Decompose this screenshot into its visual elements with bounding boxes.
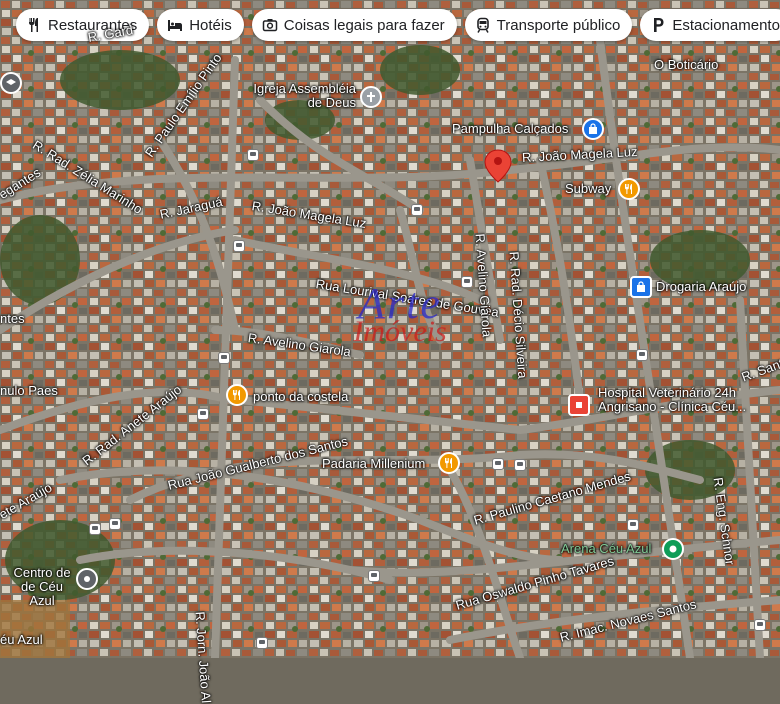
fork-knife-icon <box>233 390 240 400</box>
bus-stop-icon[interactable] <box>256 637 268 649</box>
place-arena-label[interactable]: Arena Céu Azul <box>561 542 651 556</box>
street-label: ntes <box>0 311 25 326</box>
parking-icon <box>654 18 664 32</box>
street-label: nulo Paes <box>0 383 58 398</box>
bus-stop-icon[interactable] <box>627 519 639 531</box>
camera-icon <box>262 19 277 32</box>
filter-chip-label: Coisas legais para fazer <box>283 16 445 34</box>
place-drogaria-label[interactable]: Drogaria Araújo <box>656 280 746 294</box>
cross-pin-icon[interactable] <box>360 86 382 108</box>
filter-chip-hoteis[interactable]: Hotéis <box>157 9 244 41</box>
street-label: éu Azul <box>0 632 43 647</box>
train-icon <box>476 17 489 33</box>
shopping-bag-icon <box>637 281 645 292</box>
school-pin-icon[interactable] <box>0 72 22 94</box>
bus-stop-icon[interactable] <box>492 458 504 470</box>
filter-chip-coisas-legais[interactable]: Coisas legais para fazer <box>251 9 457 41</box>
medical-pin-icon[interactable] <box>568 394 590 416</box>
place-pampulha-label[interactable]: Pampulha Calçados <box>452 122 568 136</box>
shopping-pin-icon[interactable] <box>630 276 652 298</box>
fork-knife-icon <box>29 18 38 32</box>
fork-knife-icon <box>625 184 632 194</box>
bus-stop-icon[interactable] <box>197 408 209 420</box>
filter-chip-label: Transporte público <box>496 16 621 34</box>
fork-knife-icon <box>445 458 452 468</box>
cross-icon <box>367 92 375 102</box>
bus-stop-icon[interactable] <box>218 352 230 364</box>
place-subway-label[interactable]: Subway <box>565 182 611 196</box>
shopping-bag-icon <box>589 123 597 134</box>
place-padaria-label[interactable]: Padaria Millenium <box>322 457 425 471</box>
place-boticario-label[interactable]: O Boticário <box>654 58 718 72</box>
bus-stop-icon[interactable] <box>636 349 648 361</box>
watermark: Arte Imóveis <box>300 282 500 348</box>
bus-stop-icon[interactable] <box>368 570 380 582</box>
bus-stop-icon[interactable] <box>514 459 526 471</box>
place-centro-label[interactable]: Centro de de Céu Azul <box>10 566 74 608</box>
bus-stop-icon[interactable] <box>89 523 101 535</box>
bed-icon <box>168 20 183 31</box>
bus-stop-icon[interactable] <box>411 204 423 216</box>
restaurant-pin-icon[interactable] <box>226 384 248 406</box>
place-hospital-label[interactable]: Hospital Veterinário 24h Angrisano - Clí… <box>598 386 778 414</box>
place-costela-label[interactable]: ponto da costela <box>253 390 348 404</box>
bus-stop-icon[interactable] <box>247 149 259 161</box>
filter-chip-label: Hotéis <box>189 16 232 34</box>
landmark-icon <box>84 576 90 582</box>
watermark-line2: Imóveis <box>353 315 447 348</box>
restaurant-pin-icon[interactable] <box>618 178 640 200</box>
bus-stop-icon[interactable] <box>233 240 245 252</box>
medical-cross-icon <box>576 402 582 408</box>
school-icon <box>6 79 16 85</box>
place-igreja-label[interactable]: Igreja Assembléia de Deus <box>244 82 356 110</box>
shopping-pin-icon[interactable] <box>582 118 604 140</box>
sports-pin-icon[interactable] <box>662 538 684 560</box>
filter-chip-estacionamento[interactable]: Estacionamento <box>640 9 780 41</box>
filter-chip-label: Estacionamento <box>672 16 780 34</box>
restaurant-pin-icon[interactable] <box>438 452 460 474</box>
landmark-pin-icon[interactable] <box>76 568 98 590</box>
filter-chip-transporte[interactable]: Transporte público <box>464 9 633 41</box>
bus-stop-icon[interactable] <box>109 518 121 530</box>
bus-stop-icon[interactable] <box>754 619 766 631</box>
stadium-icon <box>669 545 677 553</box>
